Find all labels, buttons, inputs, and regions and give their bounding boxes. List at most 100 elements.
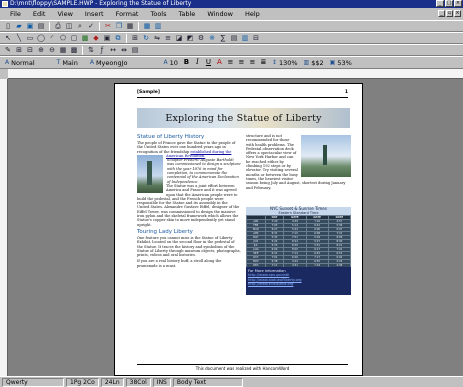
line-style-icon[interactable]: ≡: [163, 34, 173, 43]
doc-restore-button[interactable]: ▫: [446, 10, 453, 17]
delete-row-icon[interactable]: ⊖: [47, 46, 57, 55]
minimize-button[interactable]: _: [436, 0, 444, 7]
new-document-icon[interactable]: ▯: [3, 22, 13, 31]
select-arrow-icon[interactable]: ↖: [3, 34, 13, 43]
rectangle-icon[interactable]: ▭: [25, 34, 35, 43]
object-properties-icon[interactable]: ⚙: [196, 34, 206, 43]
chart-icon[interactable]: ▥: [153, 22, 163, 31]
copy-icon[interactable]: ❐: [114, 22, 124, 31]
columns-select[interactable]: ▥ $$2: [301, 57, 326, 68]
close-button[interactable]: ×: [454, 0, 462, 7]
doc-close-button[interactable]: ×: [454, 10, 461, 17]
underline-button[interactable]: U: [204, 58, 213, 67]
columns-value: $$2: [311, 58, 324, 67]
format-bar: A Normal T Main A MyeongJo A 10 B I U A …: [0, 56, 463, 69]
shadow-icon[interactable]: ◪: [174, 34, 184, 43]
font-select[interactable]: T Main: [54, 57, 80, 68]
toolbar-separator: [99, 21, 100, 31]
justify-icon[interactable]: ≣: [259, 58, 268, 67]
menu-window[interactable]: Window: [201, 10, 239, 18]
toolbar-separator: [126, 33, 127, 43]
text-box-icon[interactable]: ▢: [69, 34, 79, 43]
find-icon[interactable]: ⌕: [75, 22, 85, 31]
cut-icon[interactable]: ✂: [103, 22, 113, 31]
toolbar-separator: [82, 45, 83, 55]
page-header-tag: [Sample]: [137, 90, 160, 95]
print-icon[interactable]: ⎙: [53, 22, 63, 31]
draw-table-icon[interactable]: ✎: [3, 46, 13, 55]
distribute-icon[interactable]: ⇹: [119, 46, 129, 55]
open-folder-icon[interactable]: ▰: [14, 22, 24, 31]
flip-icon[interactable]: ⇋: [152, 34, 162, 43]
section-heading-touring: Touring Lady Liberty: [137, 228, 193, 235]
standard-toolbar: ▯ ▰ ▣ ▤ ⎙ ◫ ⌕ ✓ ✂ ❐ ▦ ▦ ▥: [0, 20, 463, 32]
link-ellisisland[interactable]: http://www.ellisisland.org: [248, 282, 349, 286]
menu-edit[interactable]: Edit: [27, 10, 52, 18]
split-cells-icon[interactable]: ⊟: [25, 46, 35, 55]
doc-minimize-button[interactable]: _: [438, 10, 445, 17]
columns-select-icon: ▥: [303, 59, 310, 66]
zoom-select[interactable]: ▣ 53%: [327, 57, 354, 68]
formula-icon[interactable]: ƒ: [97, 46, 107, 55]
style-select[interactable]: A Normal: [3, 57, 37, 68]
font-value: Main: [62, 58, 78, 67]
table-icon[interactable]: ▦: [142, 22, 152, 31]
document-page[interactable]: [Sample] 1 Exploring the Statue of Liber…: [114, 83, 363, 376]
cell-shade-icon[interactable]: ▩: [69, 46, 79, 55]
maximize-button[interactable]: □: [445, 0, 453, 7]
fill-color-icon[interactable]: ◆: [91, 34, 101, 43]
vertical-ruler[interactable]: [0, 79, 8, 376]
picture-icon[interactable]: ▩: [80, 34, 90, 43]
align-right-icon[interactable]: ≡: [248, 58, 257, 67]
menu-help[interactable]: Help: [239, 10, 266, 18]
rotate-icon[interactable]: ↻: [141, 34, 151, 43]
3d-icon[interactable]: ◩: [185, 34, 195, 43]
status-insert-mode[interactable]: INS: [152, 377, 171, 387]
polygon-icon[interactable]: ⬠: [58, 34, 68, 43]
equation-icon[interactable]: ∑: [218, 34, 228, 43]
document-area[interactable]: [Sample] 1 Exploring the Statue of Liber…: [0, 69, 463, 376]
font-size-select[interactable]: A 10: [161, 57, 180, 68]
ellipse-icon[interactable]: ◯: [36, 34, 46, 43]
sort-icon[interactable]: ⇅: [86, 46, 96, 55]
ruler-corner: [0, 69, 8, 79]
line-spacing-select[interactable]: ↕ 130%: [269, 57, 300, 68]
paste-icon[interactable]: ▦: [125, 22, 135, 31]
menu-table[interactable]: Table: [173, 10, 202, 18]
horizontal-ruler[interactable]: [8, 69, 463, 79]
print-preview-icon[interactable]: ◫: [64, 22, 74, 31]
status-style: Body Text: [172, 377, 243, 387]
menu-view[interactable]: View: [51, 10, 78, 18]
drawing-toolbar: ↖ ╲ ▭ ◯ ◜ ⬠ ▢ ▩ ◆ ▣ ⧉ ⊞ ↻ ⇋ ≡ ◪ ◩ ⚙ ※ ∑ …: [0, 32, 463, 44]
symbol-icon[interactable]: ※: [207, 34, 217, 43]
columns-icon[interactable]: ▥: [240, 34, 250, 43]
font-size-value: 10: [169, 58, 178, 67]
cell-align-icon[interactable]: ▤: [130, 46, 140, 55]
page-break-icon[interactable]: ⊟: [251, 34, 261, 43]
line-spacing-value: 130%: [278, 58, 298, 67]
save-icon[interactable]: ▣: [25, 22, 35, 31]
insert-row-icon[interactable]: ⊕: [36, 46, 46, 55]
sunset-times-header: NYC Sunset & Sunrise Times Eastern Stand…: [246, 207, 351, 215]
menu-file[interactable]: File: [4, 10, 27, 18]
merge-cells-icon[interactable]: ⊞: [14, 46, 24, 55]
menu-tools[interactable]: Tools: [144, 10, 172, 18]
bold-button[interactable]: B: [182, 58, 191, 67]
menu-format[interactable]: Format: [110, 10, 145, 18]
spell-check-icon[interactable]: ✓: [86, 22, 96, 31]
group-icon[interactable]: ▣: [102, 34, 112, 43]
line-icon[interactable]: ╲: [14, 34, 24, 43]
arc-icon[interactable]: ◜: [47, 34, 57, 43]
arrange-icon[interactable]: ⧉: [113, 34, 123, 43]
autofit-icon[interactable]: ↔: [108, 46, 118, 55]
align-objects-icon[interactable]: ⊞: [130, 34, 140, 43]
cell-border-icon[interactable]: ▦: [58, 46, 68, 55]
save-as-icon[interactable]: ▤: [36, 22, 46, 31]
font-color-icon[interactable]: A: [215, 58, 224, 67]
font-face-select[interactable]: A MyeongJo: [87, 57, 130, 68]
italic-button[interactable]: I: [193, 58, 202, 67]
header-footer-icon[interactable]: ▤: [229, 34, 239, 43]
align-center-icon[interactable]: ≡: [237, 58, 246, 67]
menu-insert[interactable]: Insert: [79, 10, 110, 18]
align-left-icon[interactable]: ≡: [226, 58, 235, 67]
